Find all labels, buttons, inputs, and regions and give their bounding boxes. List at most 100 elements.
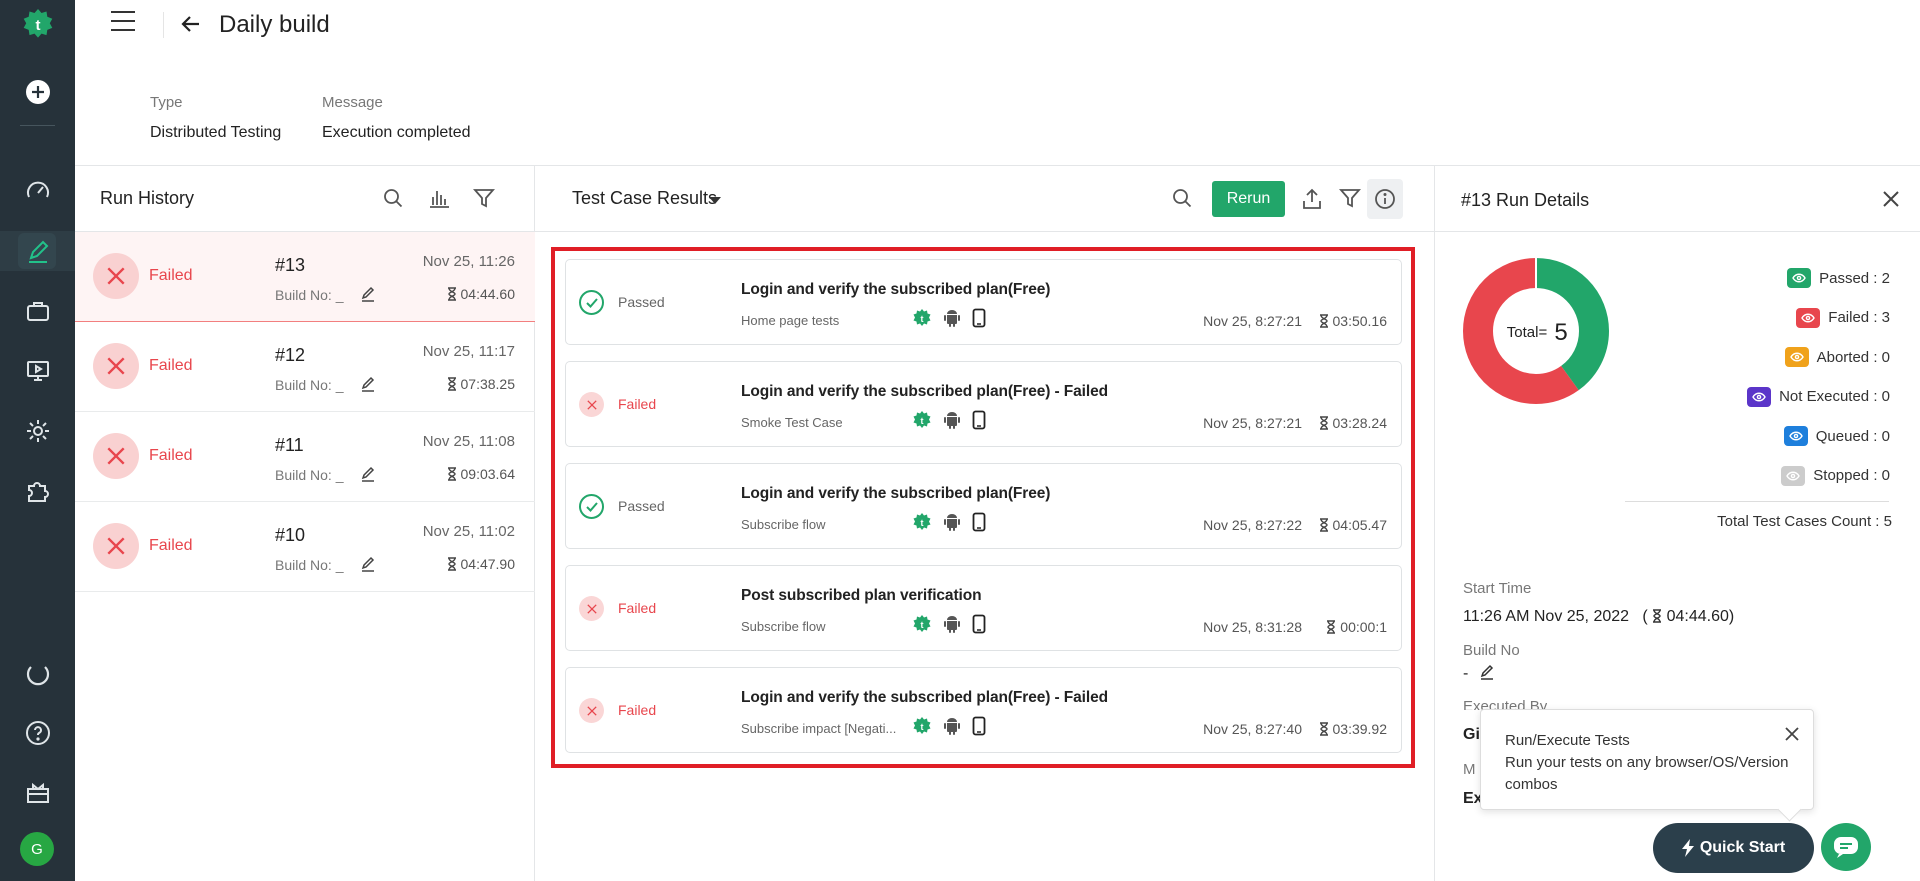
case-status: Passed bbox=[618, 294, 665, 310]
case-date: Nov 25, 8:27:21 bbox=[1203, 415, 1302, 431]
back-arrow-icon[interactable] bbox=[179, 12, 203, 40]
test-case-card[interactable]: Failed Post subscribed plan verification S… bbox=[565, 565, 1402, 651]
edit-icon[interactable] bbox=[360, 466, 376, 486]
platform-icons: t bbox=[912, 614, 986, 634]
case-duration: 03:28.24 bbox=[1319, 415, 1387, 431]
chat-icon[interactable] bbox=[1821, 823, 1871, 871]
test-case-card[interactable]: Passed Login and verify the subscribed pl… bbox=[565, 259, 1402, 345]
failed-status-icon bbox=[93, 523, 139, 569]
case-duration-text: 04:05.47 bbox=[1332, 517, 1388, 533]
run-devices-icon[interactable] bbox=[0, 351, 75, 391]
run-number: #13 bbox=[275, 255, 306, 275]
close-icon[interactable] bbox=[1785, 726, 1799, 748]
search-icon[interactable] bbox=[383, 188, 403, 212]
mobile-icon bbox=[972, 410, 986, 430]
help-icon[interactable] bbox=[0, 713, 75, 753]
filter-icon[interactable] bbox=[473, 188, 495, 212]
addons-puzzle-icon[interactable] bbox=[0, 471, 75, 511]
legend-item[interactable]: Queued : 0 bbox=[1783, 426, 1890, 446]
run-history-item[interactable]: Failed #10 Build No: _ Nov 25, 11:02 04:47.9… bbox=[75, 502, 535, 592]
case-duration: 04:05.47 bbox=[1319, 517, 1388, 533]
test-case-card[interactable]: Failed Login and verify the subscribed pl… bbox=[565, 361, 1402, 447]
test-results-title[interactable]: Test Case Results bbox=[572, 188, 717, 209]
test-case-card[interactable]: Failed Login and verify the subscribed pl… bbox=[565, 667, 1402, 753]
test-cases-icon[interactable] bbox=[0, 231, 75, 271]
run-number: #11 bbox=[275, 435, 304, 455]
quick-start-tooltip: Run/Execute Tests Run your tests on any … bbox=[1480, 709, 1814, 810]
x-icon bbox=[107, 447, 125, 465]
edit-icon[interactable] bbox=[360, 286, 376, 306]
run-date: Nov 25, 11:17 bbox=[422, 343, 515, 360]
hourglass-icon bbox=[447, 557, 456, 571]
quick-start-button[interactable]: Quick Start bbox=[1653, 823, 1814, 873]
run-history-title: Run History bbox=[100, 188, 195, 208]
x-icon bbox=[579, 698, 604, 723]
legend-item[interactable]: Failed : 3 bbox=[1796, 307, 1890, 328]
legend-item[interactable]: Not Executed : 0 bbox=[1747, 386, 1890, 407]
case-date: Nov 25, 8:27:22 bbox=[1203, 517, 1302, 533]
edit-icon[interactable] bbox=[360, 556, 376, 576]
legend-item[interactable]: Passed : 2 bbox=[1787, 268, 1890, 288]
case-duration-text: 03:50.16 bbox=[1332, 313, 1388, 329]
hourglass-icon bbox=[1319, 518, 1328, 532]
svg-text:t: t bbox=[921, 518, 924, 528]
type-label: Type bbox=[150, 94, 183, 111]
rerun-button[interactable]: Rerun bbox=[1212, 181, 1285, 217]
upload-icon[interactable] bbox=[1302, 188, 1322, 214]
case-name[interactable]: Login and verify the subscribed plan(Fre… bbox=[741, 281, 1050, 299]
briefcase-icon[interactable] bbox=[0, 291, 75, 331]
run-history-item[interactable]: Failed #11 Build No: _ Nov 25, 11:08 09:03.6… bbox=[75, 412, 535, 502]
hourglass-icon bbox=[1653, 609, 1662, 623]
case-name[interactable]: Login and verify the subscribed plan(Fre… bbox=[741, 383, 1108, 401]
nav-divider bbox=[20, 125, 55, 126]
user-avatar[interactable]: G bbox=[20, 832, 54, 866]
edit-icon[interactable] bbox=[1479, 664, 1495, 680]
mobile-icon bbox=[972, 512, 986, 532]
app-logo-icon[interactable]: t bbox=[0, 4, 75, 44]
platform-icons: t bbox=[912, 410, 986, 430]
run-status: Failed bbox=[149, 267, 193, 284]
gift-icon[interactable] bbox=[0, 773, 75, 813]
failed-status-icon bbox=[93, 433, 139, 479]
start-time-paren: ( bbox=[1633, 608, 1648, 625]
case-status: Failed bbox=[618, 702, 657, 718]
quick-start-label: Quick Start bbox=[1699, 839, 1786, 856]
build-number: Build No: _ bbox=[275, 467, 344, 483]
failed-status-icon bbox=[93, 253, 139, 299]
legend-item[interactable]: Aborted : 0 bbox=[1784, 347, 1890, 367]
add-icon[interactable] bbox=[0, 72, 75, 112]
x-icon bbox=[586, 399, 597, 410]
start-duration: 04:44.60 bbox=[1666, 608, 1729, 625]
search-icon[interactable] bbox=[1172, 188, 1192, 212]
eye-icon bbox=[1783, 426, 1808, 446]
case-name[interactable]: Post subscribed plan verification bbox=[741, 587, 982, 605]
settings-icon[interactable] bbox=[0, 411, 75, 451]
run-duration: 04:47.90 bbox=[447, 556, 515, 572]
page-header: Daily build Type Distributed Testing Mes… bbox=[75, 0, 1920, 166]
close-icon[interactable] bbox=[1882, 190, 1900, 212]
start-time-label: Start Time bbox=[1463, 580, 1532, 597]
test-case-card[interactable]: Passed Login and verify the subscribed pl… bbox=[565, 463, 1402, 549]
svg-text:t: t bbox=[35, 17, 40, 34]
legend-item[interactable]: Stopped : 0 bbox=[1781, 465, 1890, 486]
edit-icon[interactable] bbox=[360, 376, 376, 396]
info-button[interactable] bbox=[1367, 179, 1403, 219]
case-duration: 03:39.92 bbox=[1319, 721, 1387, 737]
caret-down-icon[interactable] bbox=[709, 197, 721, 204]
sync-icon[interactable] bbox=[0, 653, 75, 693]
dashboard-icon[interactable] bbox=[0, 171, 75, 211]
type-value: Distributed Testing bbox=[150, 124, 282, 141]
case-name[interactable]: Login and verify the subscribed plan(Fre… bbox=[741, 689, 1108, 707]
run-history-item[interactable]: Failed #12 Build No: _ Nov 25, 11:17 07:38.2… bbox=[75, 322, 535, 412]
case-name[interactable]: Login and verify the subscribed plan(Fre… bbox=[741, 485, 1050, 503]
android-icon bbox=[944, 514, 960, 531]
menu-icon[interactable] bbox=[111, 11, 137, 33]
run-duration: 04:44.60 bbox=[447, 286, 515, 302]
run-duration: 07:38.25 bbox=[447, 376, 515, 392]
filter-icon[interactable] bbox=[1339, 188, 1361, 212]
legend-label: Passed : 2 bbox=[1819, 269, 1890, 287]
tooltip-title: Run/Execute Tests bbox=[1505, 732, 1630, 749]
build-number: Build No: _ bbox=[275, 557, 344, 573]
chart-icon[interactable] bbox=[428, 188, 450, 212]
run-history-item[interactable]: Failed #13 Build No: _ Nov 25, 11:26 04:44.6… bbox=[75, 232, 535, 322]
